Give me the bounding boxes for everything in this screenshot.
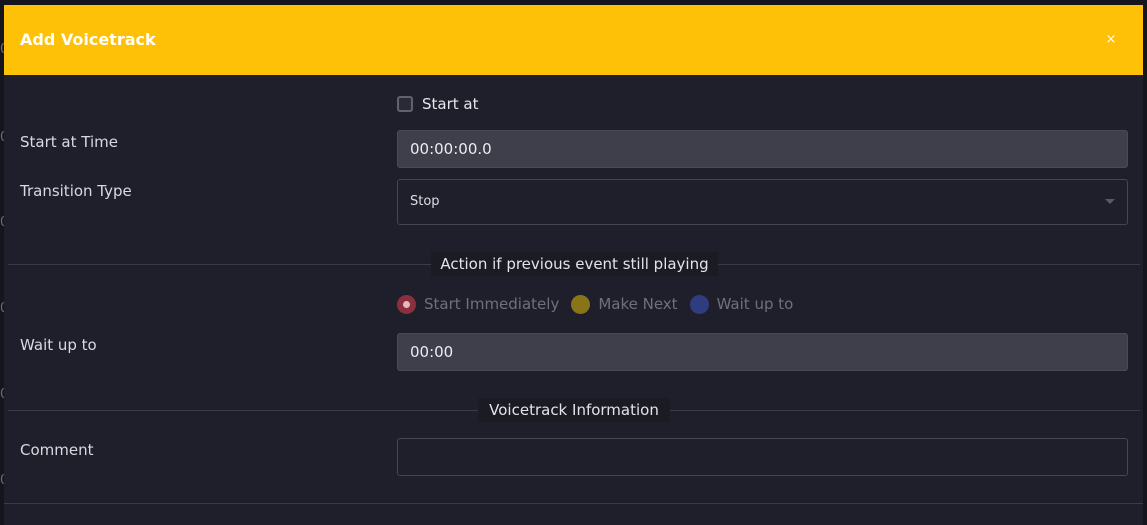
start-at-checkbox[interactable] [397, 96, 413, 112]
radio-wait-up-to[interactable]: Wait up to [689, 294, 794, 314]
radio-button-icon[interactable] [571, 294, 591, 314]
radio-label: Wait up to [716, 295, 794, 313]
voicetrack-section-legend: Voicetrack Information [478, 398, 670, 422]
transition-type-select[interactable]: Stop [397, 179, 1128, 225]
wait-up-to-input[interactable]: 00:00 [397, 333, 1128, 371]
add-voicetrack-modal: Add Voicetrack × Start at Start at Time … [4, 5, 1143, 525]
footer-divider [4, 503, 1143, 504]
radio-make-next[interactable]: Make Next [571, 294, 678, 314]
action-radio-group: Start Immediately Make Next Wait up to [397, 293, 805, 315]
start-at-checkbox-label: Start at [422, 95, 479, 113]
radio-start-immediately[interactable]: Start Immediately [397, 294, 559, 314]
comment-label: Comment [20, 441, 94, 459]
modal-title: Add Voicetrack [20, 30, 156, 49]
start-at-checkbox-row[interactable]: Start at [397, 93, 478, 115]
transition-type-label: Transition Type [20, 182, 132, 200]
modal-header: Add Voicetrack × [4, 5, 1143, 75]
start-at-time-label: Start at Time [20, 133, 118, 151]
radio-button-icon[interactable] [397, 294, 416, 314]
comment-input[interactable] [397, 438, 1128, 476]
radio-button-icon[interactable] [689, 294, 709, 314]
action-section-legend: Action if previous event still playing [431, 252, 718, 276]
close-button[interactable]: × [1100, 29, 1122, 51]
start-at-time-input[interactable]: 00:00:00.0 [397, 130, 1128, 168]
radio-label: Make Next [598, 295, 678, 313]
radio-label: Start Immediately [424, 295, 560, 313]
wait-up-to-label: Wait up to [20, 336, 97, 354]
chevron-down-icon [1105, 199, 1115, 204]
transition-type-value: Stop [410, 194, 440, 209]
